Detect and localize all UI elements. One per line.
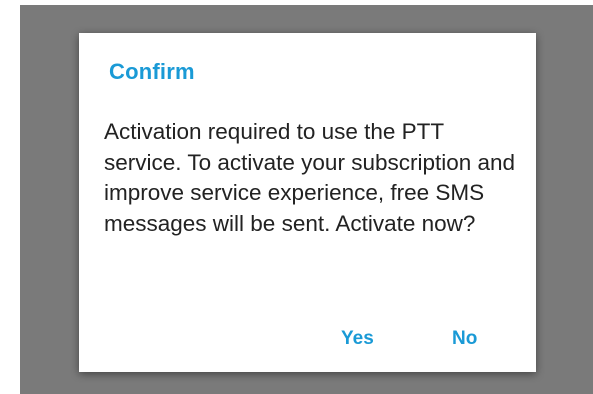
dialog-actions: Yes No <box>79 312 536 372</box>
no-button[interactable]: No <box>452 328 477 350</box>
dialog-message: Activation required to use the PTT servi… <box>104 119 516 236</box>
yes-button[interactable]: Yes <box>341 328 374 350</box>
confirm-dialog: Confirm Activation required to use the P… <box>79 33 536 372</box>
screen: Confirm Activation required to use the P… <box>0 0 593 394</box>
dialog-title: Confirm <box>109 59 195 84</box>
